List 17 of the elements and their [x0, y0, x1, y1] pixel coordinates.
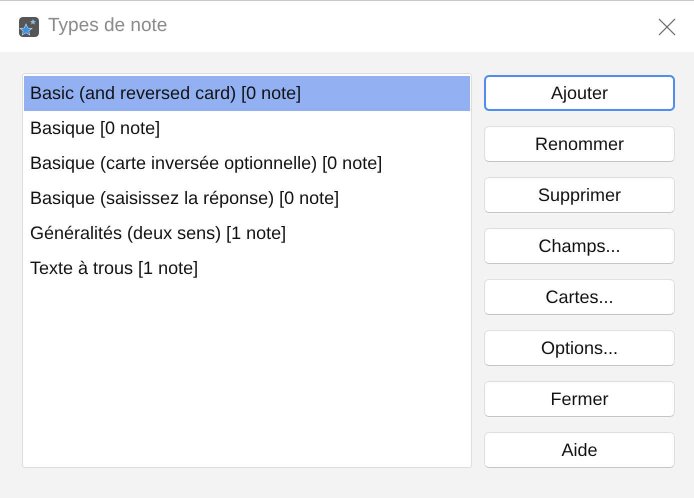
dialog-button[interactable]: Aide — [484, 432, 675, 468]
close-icon[interactable] — [658, 18, 676, 36]
list-item[interactable]: Basique (carte inversée optionnelle) [0 note] — [24, 146, 470, 181]
dialog-button[interactable]: Fermer — [484, 381, 675, 417]
window-title: Types de note — [48, 14, 168, 38]
list-item[interactable]: Texte à trous [1 note] — [24, 251, 470, 286]
list-item[interactable]: Basic (and reversed card) [0 note] — [24, 76, 470, 111]
dialog-button[interactable]: Options... — [484, 330, 675, 366]
list-item[interactable]: Basique (saisissez la réponse) [0 note] — [24, 181, 470, 216]
dialog-button[interactable]: Renommer — [484, 126, 675, 162]
list-item[interactable]: Basique [0 note] — [24, 111, 470, 146]
dialog-button[interactable]: Cartes... — [484, 279, 675, 315]
dialog-button[interactable]: Champs... — [484, 228, 675, 264]
dialog-button[interactable]: Supprimer — [484, 177, 675, 213]
list-item[interactable]: Généralités (deux sens) [1 note] — [24, 216, 470, 251]
dialog-button[interactable]: Ajouter — [484, 75, 675, 111]
app-icon — [18, 16, 40, 38]
